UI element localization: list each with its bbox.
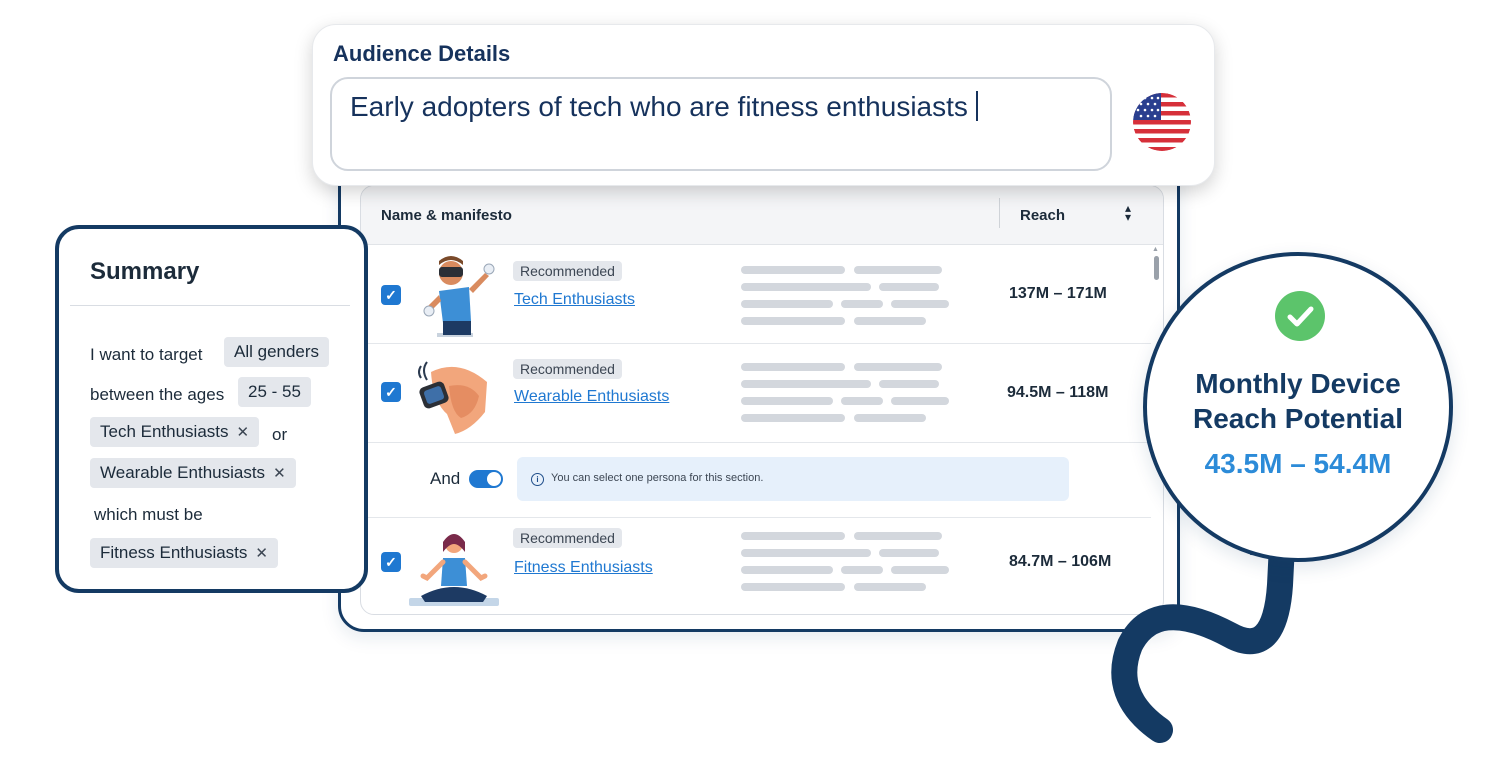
check-circle-icon [1275,291,1325,341]
reach-potential-title: Monthly Device Reach Potential [1192,368,1404,434]
reach-value: 84.7M – 106M [1009,553,1112,570]
summary-panel: Summary I want to target All genders bet… [55,225,368,593]
smartwatch-wrist-illustration [418,361,487,434]
table-header: Name & manifesto Reach ▴ ▾ [361,186,1163,245]
info-text: You can select one persona for this sect… [551,472,764,484]
summary-must-text: which must be [94,505,203,524]
persona-table: Name & manifesto Reach ▴▾ ▲ ✓ Recommend [360,185,1164,615]
ages-chip[interactable]: 25 - 55 [238,377,311,407]
sort-icon[interactable]: ▴ ▾ [1125,202,1131,223]
and-label: And [430,469,461,488]
reach-potential-circle: Monthly Device Reach Potential 43.5M – 5… [1143,252,1453,562]
reach-value: 94.5M – 118M [1007,384,1109,401]
recommended-badge: Recommended [513,261,622,281]
reach-value: 137M – 171M [1009,285,1107,302]
info-message: i You can select one persona for this se… [517,457,1069,501]
audience-details-card: Audience Details Early adopters of tech … [312,24,1215,186]
audience-details-title: Audience Details [333,41,511,66]
summary-ages-text: between the ages [90,385,225,404]
genders-chip[interactable]: All genders [224,337,330,367]
summary-divider [70,305,350,306]
table-row[interactable]: ✓ Recommended Fitness Enthusiasts 84.7M … [361,518,1151,614]
persona-table-card: Name & manifesto Reach ▴▾ ▲ ✓ Recommend [338,150,1180,632]
remove-chip-icon[interactable]: ✕ [273,465,286,482]
persona-link-fitness-enthusiasts[interactable]: Fitness Enthusiasts [514,559,653,577]
column-header-name: Name & manifesto [381,207,512,224]
summary-title: Summary [90,258,200,285]
persona-chip-tech[interactable]: Tech Enthusiasts ✕ [90,417,260,447]
row-checkbox[interactable]: ✓ [381,552,401,572]
scroll-up-icon[interactable]: ▲ [1152,246,1159,253]
remove-chip-icon[interactable]: ✕ [237,424,250,441]
and-row: And i You can select one persona for thi… [361,443,1151,518]
manifesto-placeholder [741,363,953,423]
us-flag-icon[interactable] [1133,93,1191,151]
vr-headset-person-illustration [423,256,495,337]
persona-chip-wearable[interactable]: Wearable Enthusiasts ✕ [90,458,296,488]
persona-link-wearable-enthusiasts[interactable]: Wearable Enthusiasts [514,388,669,406]
table-row[interactable]: ✓ Recommended Tech Enthusiasts 137M – 17… [361,245,1151,344]
persona-chip-fitness[interactable]: Fitness Enthusiasts ✕ [90,538,278,568]
info-icon: i [531,473,544,486]
and-toggle[interactable] [469,470,503,488]
toggle-knob [487,472,501,486]
table-row[interactable]: ✓ Recommended Wearable Enthusiasts 94.5M… [361,344,1151,443]
text-caret [975,91,978,121]
summary-target-text: I want to target [90,345,203,364]
persona-link-tech-enthusiasts[interactable]: Tech Enthusiasts [514,291,635,309]
row-checkbox[interactable]: ✓ [381,285,401,305]
recommended-badge: Recommended [513,359,622,379]
column-divider [999,198,1000,228]
recommended-badge: Recommended [513,528,622,548]
remove-chip-icon[interactable]: ✕ [255,545,268,562]
summary-or-text: or [272,425,288,444]
column-header-reach[interactable]: Reach [1020,207,1065,224]
audience-description-input[interactable]: Early adopters of tech who are fitness e… [330,77,1112,171]
audience-input-text[interactable]: Early adopters of tech who are fitness e… [350,91,978,123]
reach-potential-value: 43.5M – 54.4M [1204,448,1392,479]
manifesto-placeholder [741,266,953,326]
manifesto-placeholder [741,532,953,592]
row-checkbox[interactable]: ✓ [381,382,401,402]
scrollbar-thumb[interactable] [1154,256,1159,280]
meditating-woman-illustration [409,534,499,606]
